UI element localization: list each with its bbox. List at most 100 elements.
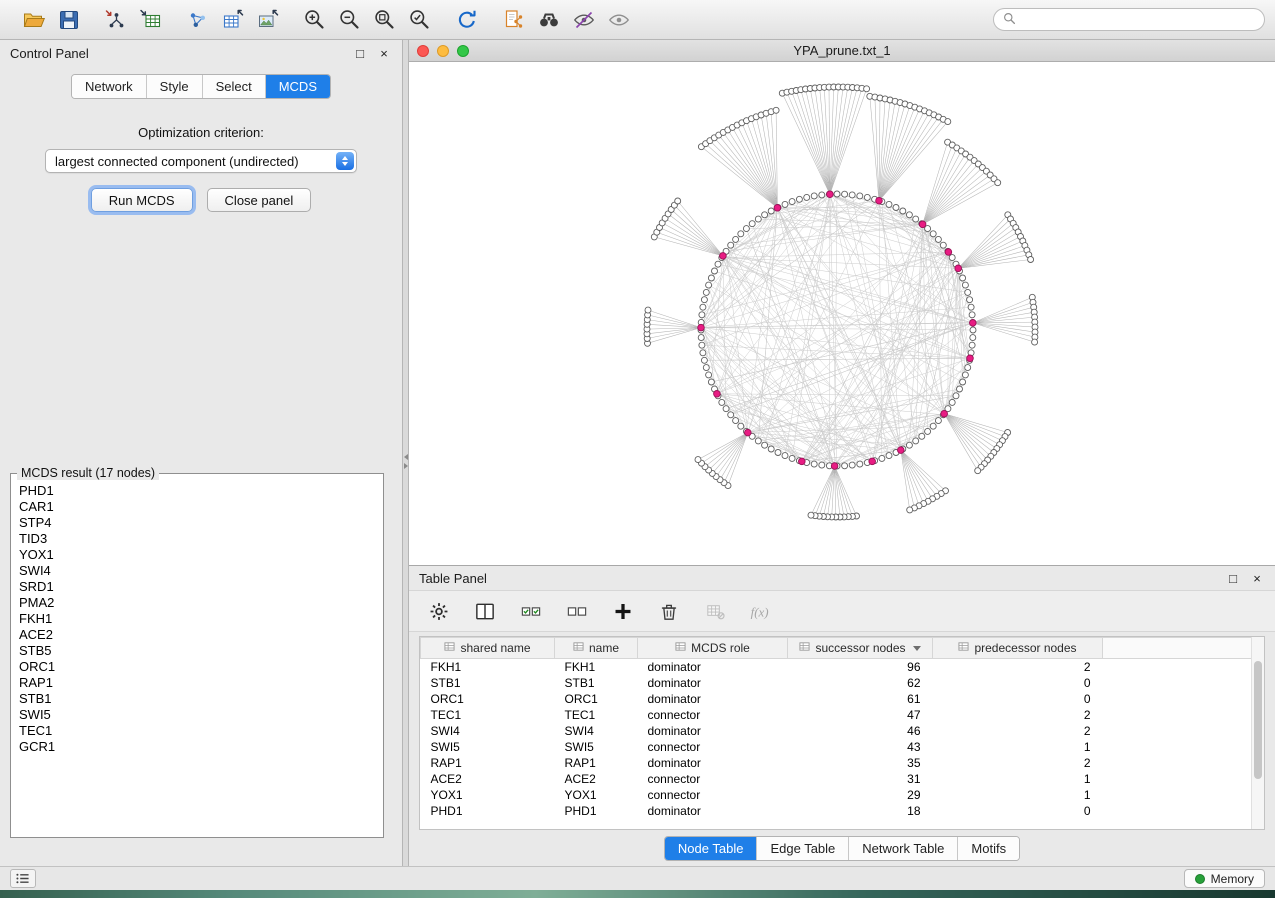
save-icon[interactable] bbox=[55, 6, 82, 33]
table-row[interactable]: ACE2ACE2connector311 bbox=[421, 771, 1265, 787]
new-network-icon[interactable] bbox=[184, 6, 211, 33]
toolbar-group bbox=[291, 6, 443, 33]
mcds-result-item[interactable]: GCR1 bbox=[19, 739, 375, 755]
close-panel-button[interactable]: Close panel bbox=[207, 188, 312, 212]
tab-node-table[interactable]: Node Table bbox=[665, 837, 758, 860]
select-all-icon[interactable] bbox=[515, 597, 547, 625]
annotation-eye-off-icon[interactable] bbox=[570, 6, 597, 33]
toolbar-group bbox=[174, 6, 291, 33]
mcds-result-item[interactable]: TID3 bbox=[19, 531, 375, 547]
task-history-button[interactable] bbox=[10, 869, 36, 888]
search-box[interactable] bbox=[993, 8, 1265, 31]
export-table-icon[interactable] bbox=[219, 6, 246, 33]
open-folder-icon[interactable] bbox=[20, 6, 47, 33]
close-window-button[interactable] bbox=[417, 45, 429, 57]
deselect-all-icon[interactable] bbox=[561, 597, 593, 625]
import-network-file-icon[interactable] bbox=[102, 6, 129, 33]
table-toolbar: f(x) bbox=[409, 590, 1275, 632]
float-control-panel-button[interactable]: □ bbox=[352, 45, 368, 61]
mcds-result-item[interactable]: STB1 bbox=[19, 691, 375, 707]
tab-mcds[interactable]: MCDS bbox=[266, 75, 330, 98]
mcds-result-item[interactable]: ORC1 bbox=[19, 659, 375, 675]
column-header-name[interactable]: name bbox=[555, 638, 638, 659]
mcds-result-item[interactable]: PMA2 bbox=[19, 595, 375, 611]
search-input[interactable] bbox=[1022, 13, 1255, 27]
import-disabled-icon[interactable] bbox=[699, 597, 731, 625]
column-header-mcds-role[interactable]: MCDS role bbox=[638, 638, 788, 659]
table-row[interactable]: STB1STB1dominator620 bbox=[421, 675, 1265, 691]
table-row[interactable]: SWI5SWI5connector431 bbox=[421, 739, 1265, 755]
delete-row-icon[interactable] bbox=[653, 597, 685, 625]
tab-network-table[interactable]: Network Table bbox=[849, 837, 958, 860]
settings-icon[interactable] bbox=[423, 597, 455, 625]
mcds-result-list[interactable]: PHD1CAR1STP4TID3YOX1SWI4SRD1PMA2FKH1ACE2… bbox=[11, 480, 383, 824]
search-objects-icon[interactable] bbox=[535, 6, 562, 33]
cell-name: FKH1 bbox=[555, 659, 638, 675]
tab-edge-table[interactable]: Edge Table bbox=[757, 837, 849, 860]
minimize-window-button[interactable] bbox=[437, 45, 449, 57]
tab-network[interactable]: Network bbox=[72, 75, 147, 98]
function-builder-icon[interactable]: f(x) bbox=[745, 597, 787, 625]
float-table-panel-button[interactable]: □ bbox=[1225, 570, 1241, 586]
column-grid-icon bbox=[573, 641, 584, 655]
mcds-result-item[interactable]: SWI4 bbox=[19, 563, 375, 579]
table-row[interactable]: YOX1YOX1connector291 bbox=[421, 787, 1265, 803]
close-control-panel-button[interactable]: × bbox=[376, 45, 392, 61]
cell-predecessor-nodes: 2 bbox=[933, 707, 1103, 723]
add-row-icon[interactable] bbox=[607, 597, 639, 625]
cell-predecessor-nodes: 0 bbox=[933, 691, 1103, 707]
mcds-result-item[interactable]: ACE2 bbox=[19, 627, 375, 643]
mcds-result-item[interactable]: RAP1 bbox=[19, 675, 375, 691]
sort-descending-icon bbox=[913, 646, 921, 651]
table-row[interactable]: ORC1ORC1dominator610 bbox=[421, 691, 1265, 707]
zoom-out-icon[interactable] bbox=[336, 6, 363, 33]
run-mcds-button[interactable]: Run MCDS bbox=[91, 188, 193, 212]
tab-style[interactable]: Style bbox=[147, 75, 203, 98]
close-table-panel-button[interactable]: × bbox=[1249, 570, 1265, 586]
cell-shared-name: ORC1 bbox=[421, 691, 555, 707]
table-row[interactable]: SWI4SWI4dominator462 bbox=[421, 723, 1265, 739]
mcds-result-item[interactable]: STP4 bbox=[19, 515, 375, 531]
share-document-icon[interactable] bbox=[500, 6, 527, 33]
cell-predecessor-nodes: 0 bbox=[933, 675, 1103, 691]
maximize-window-button[interactable] bbox=[457, 45, 469, 57]
table-row[interactable]: RAP1RAP1dominator352 bbox=[421, 755, 1265, 771]
zoom-selected-icon[interactable] bbox=[406, 6, 433, 33]
table-scrollbar[interactable] bbox=[1251, 637, 1264, 829]
desktop-wallpaper bbox=[0, 890, 1275, 898]
cell-name: ORC1 bbox=[555, 691, 638, 707]
mcds-result-item[interactable]: STB5 bbox=[19, 643, 375, 659]
zoom-in-icon[interactable] bbox=[301, 6, 328, 33]
annotation-eye-icon[interactable] bbox=[605, 6, 632, 33]
mcds-result-item[interactable]: CAR1 bbox=[19, 499, 375, 515]
mcds-result-item[interactable]: TEC1 bbox=[19, 723, 375, 739]
column-grid-icon bbox=[444, 641, 455, 655]
cell-successor-nodes: 31 bbox=[788, 771, 933, 787]
mcds-result-item[interactable]: PHD1 bbox=[19, 483, 375, 499]
scrollbar-thumb[interactable] bbox=[1254, 661, 1262, 779]
zoom-fit-icon[interactable] bbox=[371, 6, 398, 33]
mcds-result-item[interactable]: FKH1 bbox=[19, 611, 375, 627]
table-row[interactable]: TEC1TEC1connector472 bbox=[421, 707, 1265, 723]
cell-shared-name: PHD1 bbox=[421, 803, 555, 819]
memory-button[interactable]: Memory bbox=[1184, 869, 1265, 888]
cell-successor-nodes: 96 bbox=[788, 659, 933, 675]
refresh-view-icon[interactable] bbox=[453, 6, 480, 33]
import-table-file-icon[interactable] bbox=[137, 6, 164, 33]
cell-mcds-role: dominator bbox=[638, 803, 788, 819]
criterion-dropdown[interactable]: largest connected component (undirected) bbox=[45, 149, 357, 173]
export-image-icon[interactable] bbox=[254, 6, 281, 33]
table-row[interactable]: PHD1PHD1dominator180 bbox=[421, 803, 1265, 819]
mcds-result-item[interactable]: SWI5 bbox=[19, 707, 375, 723]
tab-select[interactable]: Select bbox=[203, 75, 266, 98]
table-row[interactable]: FKH1FKH1dominator962 bbox=[421, 659, 1265, 675]
mcds-result-item[interactable]: SRD1 bbox=[19, 579, 375, 595]
mcds-result-item[interactable]: YOX1 bbox=[19, 547, 375, 563]
column-header-successor-nodes[interactable]: successor nodes bbox=[788, 638, 933, 659]
column-header-predecessor-nodes[interactable]: predecessor nodes bbox=[933, 638, 1103, 659]
show-columns-icon[interactable] bbox=[469, 597, 501, 625]
column-header-shared-name[interactable]: shared name bbox=[421, 638, 555, 659]
cell-successor-nodes: 47 bbox=[788, 707, 933, 723]
tab-motifs[interactable]: Motifs bbox=[958, 837, 1019, 860]
network-canvas[interactable] bbox=[409, 62, 1275, 565]
